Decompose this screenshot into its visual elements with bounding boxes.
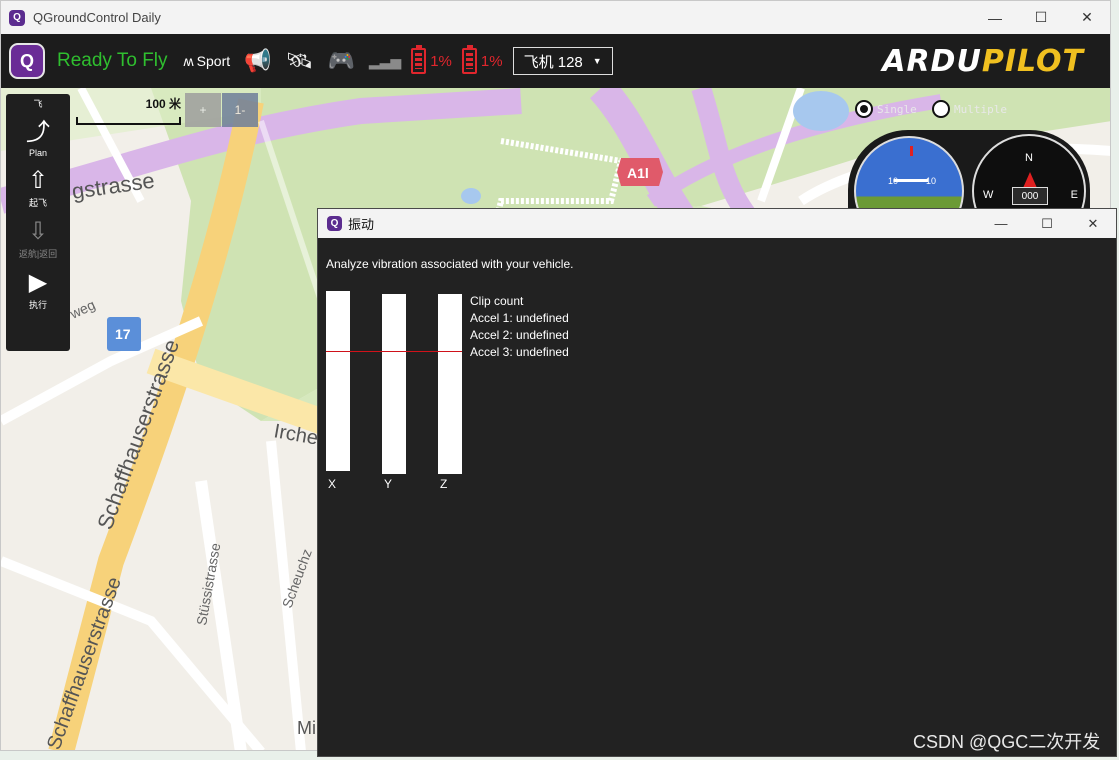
vibration-threshold-line bbox=[326, 351, 462, 352]
maximize-button[interactable]: ☐ bbox=[1018, 1, 1064, 34]
radio-multiple-label: Multiple bbox=[954, 102, 1007, 116]
flight-mode-label: Sport bbox=[196, 53, 231, 69]
execute-button[interactable]: ▶ 执行 bbox=[6, 268, 70, 311]
minimize-button[interactable]: — bbox=[978, 209, 1024, 238]
takeoff-button[interactable]: ⇧ 起飞 bbox=[6, 166, 70, 209]
ardupilot-logo: ARDUPILOT bbox=[882, 44, 1084, 79]
plan-label: Plan bbox=[28, 148, 47, 158]
axis-label-x: X bbox=[328, 477, 337, 491]
minimize-button[interactable]: — bbox=[972, 1, 1018, 34]
watermark: CSDN @QGC二次开发 bbox=[913, 732, 1101, 752]
qgc-app-icon: Q bbox=[9, 9, 25, 26]
qgc-logo-icon[interactable]: Q bbox=[9, 43, 45, 79]
radio-single[interactable]: Single bbox=[855, 100, 917, 118]
vehicle-select-value: 飞机 128 bbox=[523, 53, 583, 71]
vibration-bar bbox=[438, 294, 462, 474]
flight-mode-selector[interactable]: ʍ Sport bbox=[184, 53, 231, 69]
takeoff-icon: ⇧ bbox=[27, 167, 49, 194]
axis-label-z: Z bbox=[440, 477, 448, 491]
return-icon: ⇩ bbox=[27, 218, 49, 245]
battery-icon bbox=[461, 45, 477, 74]
accel-3-clip: Accel 3: undefined bbox=[470, 345, 569, 359]
vibration-window-title: 振动 bbox=[348, 217, 375, 232]
instrument-panel[interactable]: 10 10 N W E 000 bbox=[848, 130, 1090, 220]
accel-2-clip: Accel 2: undefined bbox=[470, 328, 569, 342]
scale-bar bbox=[76, 117, 181, 125]
return-label: 返航|返回 bbox=[18, 249, 58, 259]
battery-indicator-1[interactable]: 1% bbox=[411, 45, 452, 74]
flight-mode-icon: ʍ bbox=[183, 53, 194, 69]
vehicle-select[interactable]: 飞机 128 ▼ bbox=[512, 47, 613, 75]
plan-button[interactable]: ⤴ Plan bbox=[6, 118, 70, 158]
accel-1-clip: Accel 1: undefined bbox=[470, 311, 569, 325]
maximize-button[interactable]: ☐ bbox=[1024, 209, 1070, 238]
heading-readout: 000 bbox=[1012, 187, 1048, 205]
aircraft-wing-marker bbox=[894, 179, 928, 182]
vibration-bar-y: Y bbox=[382, 294, 406, 494]
plan-route-icon: ⤴ bbox=[26, 119, 50, 146]
execute-label: 执行 bbox=[28, 300, 47, 310]
axis-label-y: Y bbox=[384, 477, 393, 491]
battery-icon bbox=[411, 45, 427, 74]
rc-controller-icon[interactable]: 🎮 bbox=[327, 48, 354, 74]
play-icon: ▶ bbox=[28, 269, 48, 296]
zoom-in-button[interactable]: + bbox=[185, 93, 221, 127]
street-label: Mi bbox=[297, 718, 316, 738]
vibration-bar-x: X bbox=[326, 291, 350, 491]
vibration-bar-z: Z bbox=[438, 294, 462, 494]
tool-strip: 飞 ⤴ Plan ⇧ 起飞 ⇩ 返航|返回 ▶ 执行 bbox=[6, 94, 70, 351]
window-title: QGroundControl Daily bbox=[33, 10, 161, 25]
compass-west: W bbox=[983, 189, 994, 201]
compass-north: N bbox=[1025, 152, 1033, 164]
main-toolbar: Q Ready To Fly ʍ Sport 📢 🛰 🎮 ▂▃▅ 1% 1% 飞… bbox=[1, 34, 1110, 88]
clip-count-panel: Clip count Accel 1: undefined Accel 2: u… bbox=[470, 293, 569, 361]
radio-checked-icon bbox=[855, 100, 873, 118]
gps-satellite-icon[interactable]: 🛰 bbox=[286, 48, 314, 74]
main-titlebar[interactable]: Q QGroundControl Daily — ☐ ✕ bbox=[1, 1, 1110, 34]
vehicle-status[interactable]: Ready To Fly bbox=[57, 50, 168, 72]
scale-label: 100 米 bbox=[145, 97, 181, 111]
signal-icon: ▂▃▅ bbox=[368, 52, 402, 69]
roll-pointer bbox=[910, 146, 913, 156]
takeoff-label: 起飞 bbox=[28, 198, 47, 208]
qgc-app-icon: Q bbox=[327, 216, 342, 231]
tool-strip-header: 飞 bbox=[33, 99, 43, 109]
zoom-out-button[interactable]: 1- bbox=[222, 93, 258, 127]
close-button[interactable]: ✕ bbox=[1064, 1, 1110, 34]
map-scale: 100 米 bbox=[76, 95, 181, 127]
vibration-bar bbox=[326, 291, 350, 471]
battery-indicator-2[interactable]: 1% bbox=[461, 45, 503, 74]
route-shield-label: A1l bbox=[627, 165, 649, 181]
vibration-bar bbox=[382, 294, 406, 474]
heading-pointer-icon bbox=[1023, 172, 1037, 188]
radio-unchecked-icon bbox=[932, 100, 950, 118]
vibration-window: Q 振动 — ☐ ✕ Analyze vibration associated … bbox=[317, 208, 1117, 757]
dropdown-arrow-icon: ▼ bbox=[592, 56, 602, 66]
close-button[interactable]: ✕ bbox=[1070, 209, 1116, 238]
vibration-description: Analyze vibration associated with your v… bbox=[326, 257, 574, 271]
battery-percent: 1% bbox=[430, 52, 452, 70]
clip-count-title: Clip count bbox=[470, 294, 524, 308]
battery-percent: 1% bbox=[480, 52, 503, 70]
vibration-titlebar[interactable]: Q 振动 — ☐ ✕ bbox=[318, 209, 1116, 238]
radio-multiple[interactable]: Multiple bbox=[932, 100, 1007, 118]
compass-east: E bbox=[1070, 189, 1078, 201]
megaphone-icon[interactable]: 📢 bbox=[244, 48, 271, 74]
route-17-label: 17 bbox=[115, 326, 131, 342]
radio-single-label: Single bbox=[877, 102, 917, 116]
return-button[interactable]: ⇩ 返航|返回 bbox=[6, 217, 70, 260]
